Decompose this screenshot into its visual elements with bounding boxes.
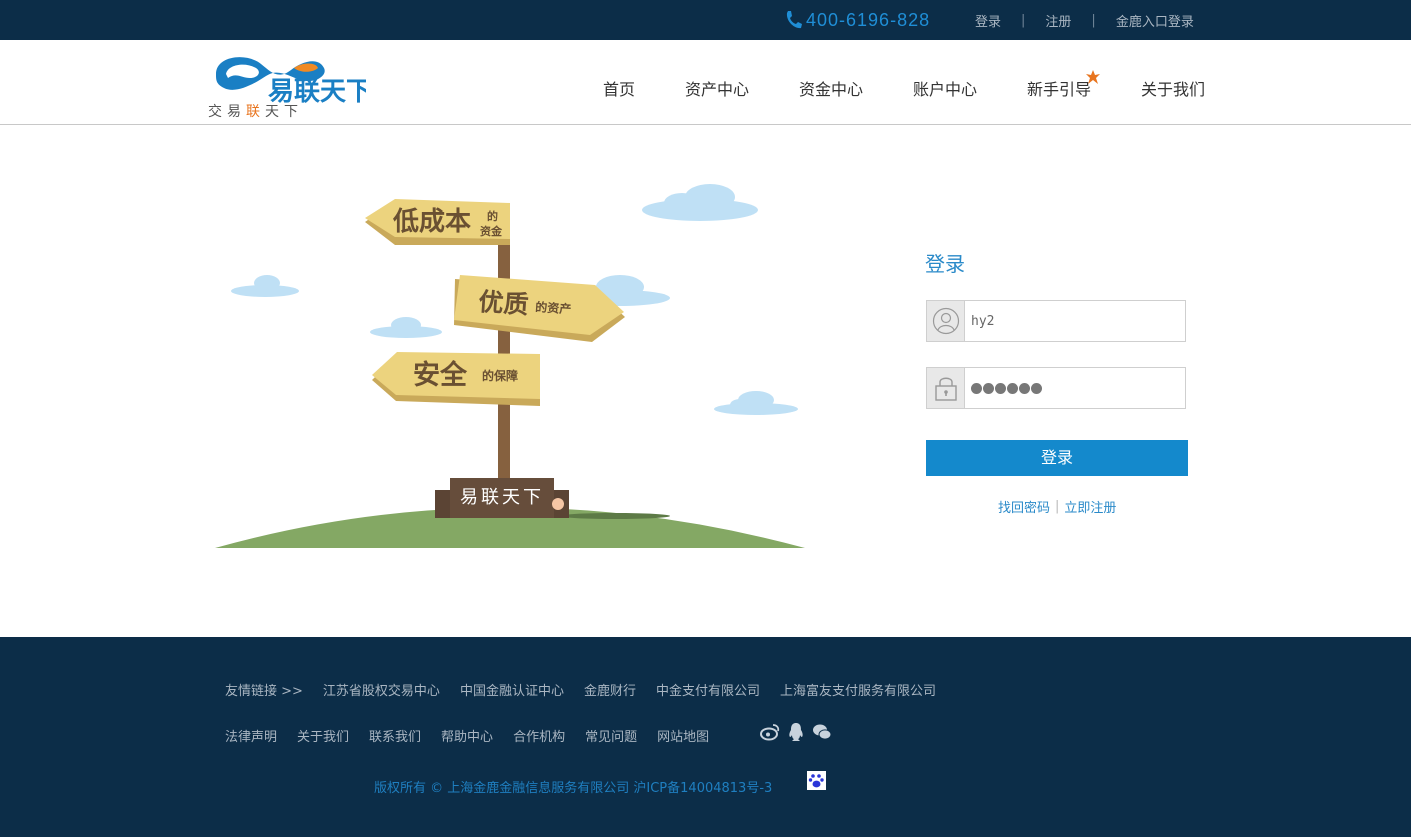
footer-link-partners[interactable]: 合作机构 (513, 726, 565, 745)
divider: | (1055, 499, 1060, 514)
login-links: 找回密码 | 立即注册 (998, 497, 1116, 516)
svg-text:低成本: 低成本 (392, 207, 471, 237)
login-submit-button[interactable]: 登录 (926, 440, 1188, 476)
wechat-icon[interactable] (812, 722, 832, 742)
top-login-link[interactable]: 登录 (975, 11, 1001, 30)
top-jinlu-login-link[interactable]: 金鹿入口登录 (1116, 11, 1194, 30)
footer-link-help[interactable]: 帮助中心 (441, 726, 493, 745)
register-now-link[interactable]: 立即注册 (1064, 497, 1116, 516)
footer-link-about[interactable]: 关于我们 (297, 726, 349, 745)
phone-number: 400-6196-828 (806, 9, 931, 30)
username-input[interactable] (965, 301, 1185, 341)
friend-link[interactable]: 江苏省股权交易中心 (323, 680, 440, 699)
password-dot (1019, 382, 1030, 394)
social-icons (760, 722, 832, 742)
svg-text:易联天下: 易联天下 (460, 487, 544, 508)
phone-icon (786, 11, 802, 29)
svg-text:的: 的 (487, 209, 498, 223)
forgot-password-link[interactable]: 找回密码 (998, 497, 1050, 516)
top-bar: 400-6196-828 登录 | 注册 | 金鹿入口登录 (0, 0, 1411, 40)
svg-text:优质: 优质 (478, 287, 530, 319)
copyright: 版权所有 © 上海金鹿金融信息服务有限公司 沪ICP备14004813号-3 (374, 781, 773, 796)
top-links: 登录 | 注册 | 金鹿入口登录 (975, 11, 1194, 30)
password-input[interactable] (965, 368, 1185, 408)
user-icon (927, 301, 965, 341)
nav-account-center[interactable]: 账户中心 (913, 76, 977, 100)
svg-text:安全: 安全 (413, 359, 468, 391)
footer-link-legal[interactable]: 法律声明 (225, 726, 277, 745)
friend-links: 友情链接 >> 江苏省股权交易中心 中国金融认证中心 金鹿财行 中金支付有限公司… (225, 680, 956, 699)
logo-slogan: 交易联天下 (208, 104, 303, 120)
friend-links-label: 友情链接 >> (225, 684, 303, 699)
username-field[interactable] (926, 300, 1186, 342)
password-dot (971, 382, 982, 394)
password-dot (1007, 382, 1018, 394)
svg-text:的资产: 的资产 (535, 299, 572, 316)
divider: | (1091, 13, 1096, 28)
friend-link[interactable]: 金鹿财行 (584, 680, 636, 699)
footer-link-faq[interactable]: 常见问题 (585, 726, 637, 745)
new-badge-icon (1086, 70, 1100, 84)
weibo-icon[interactable] (760, 722, 780, 742)
qq-icon[interactable] (786, 722, 806, 742)
footer-link-contact[interactable]: 联系我们 (369, 726, 421, 745)
divider: | (1021, 13, 1026, 28)
footer-links: 法律声明 关于我们 联系我们 帮助中心 合作机构 常见问题 网站地图 (225, 726, 729, 745)
svg-text:资金: 资金 (480, 224, 503, 238)
hotline: 400-6196-828 (784, 8, 930, 32)
nav-about-us[interactable]: 关于我们 (1141, 76, 1205, 100)
nav-home[interactable]: 首页 (603, 76, 635, 100)
footer-link-sitemap[interactable]: 网站地图 (657, 726, 709, 745)
nav-asset-center[interactable]: 资产中心 (685, 76, 749, 100)
lock-icon (927, 368, 965, 408)
password-dot (983, 382, 994, 394)
top-register-link[interactable]: 注册 (1045, 11, 1071, 30)
nav-beginner-guide[interactable]: 新手引导 (1027, 76, 1091, 100)
nav-fund-center[interactable]: 资金中心 (799, 76, 863, 100)
login-title: 登录 (925, 252, 965, 276)
password-field[interactable] (926, 367, 1186, 409)
password-dot (1031, 382, 1042, 394)
friend-link[interactable]: 中金支付有限公司 (656, 680, 760, 699)
header: 易联天下 交易联天下 首页 资产中心 资金中心 账户中心 新手引导 关于我们 (0, 40, 1411, 125)
password-dot (995, 382, 1006, 394)
signpost-illustration: 低成本 的 资金 优质 的资产 安全 的保障 易联天下 (215, 184, 805, 548)
svg-text:的保障: 的保障 (482, 368, 518, 383)
friend-link[interactable]: 上海富友支付服务有限公司 (780, 680, 936, 699)
friend-link[interactable]: 中国金融认证中心 (460, 680, 564, 699)
baidu-paw-icon[interactable] (807, 771, 826, 790)
